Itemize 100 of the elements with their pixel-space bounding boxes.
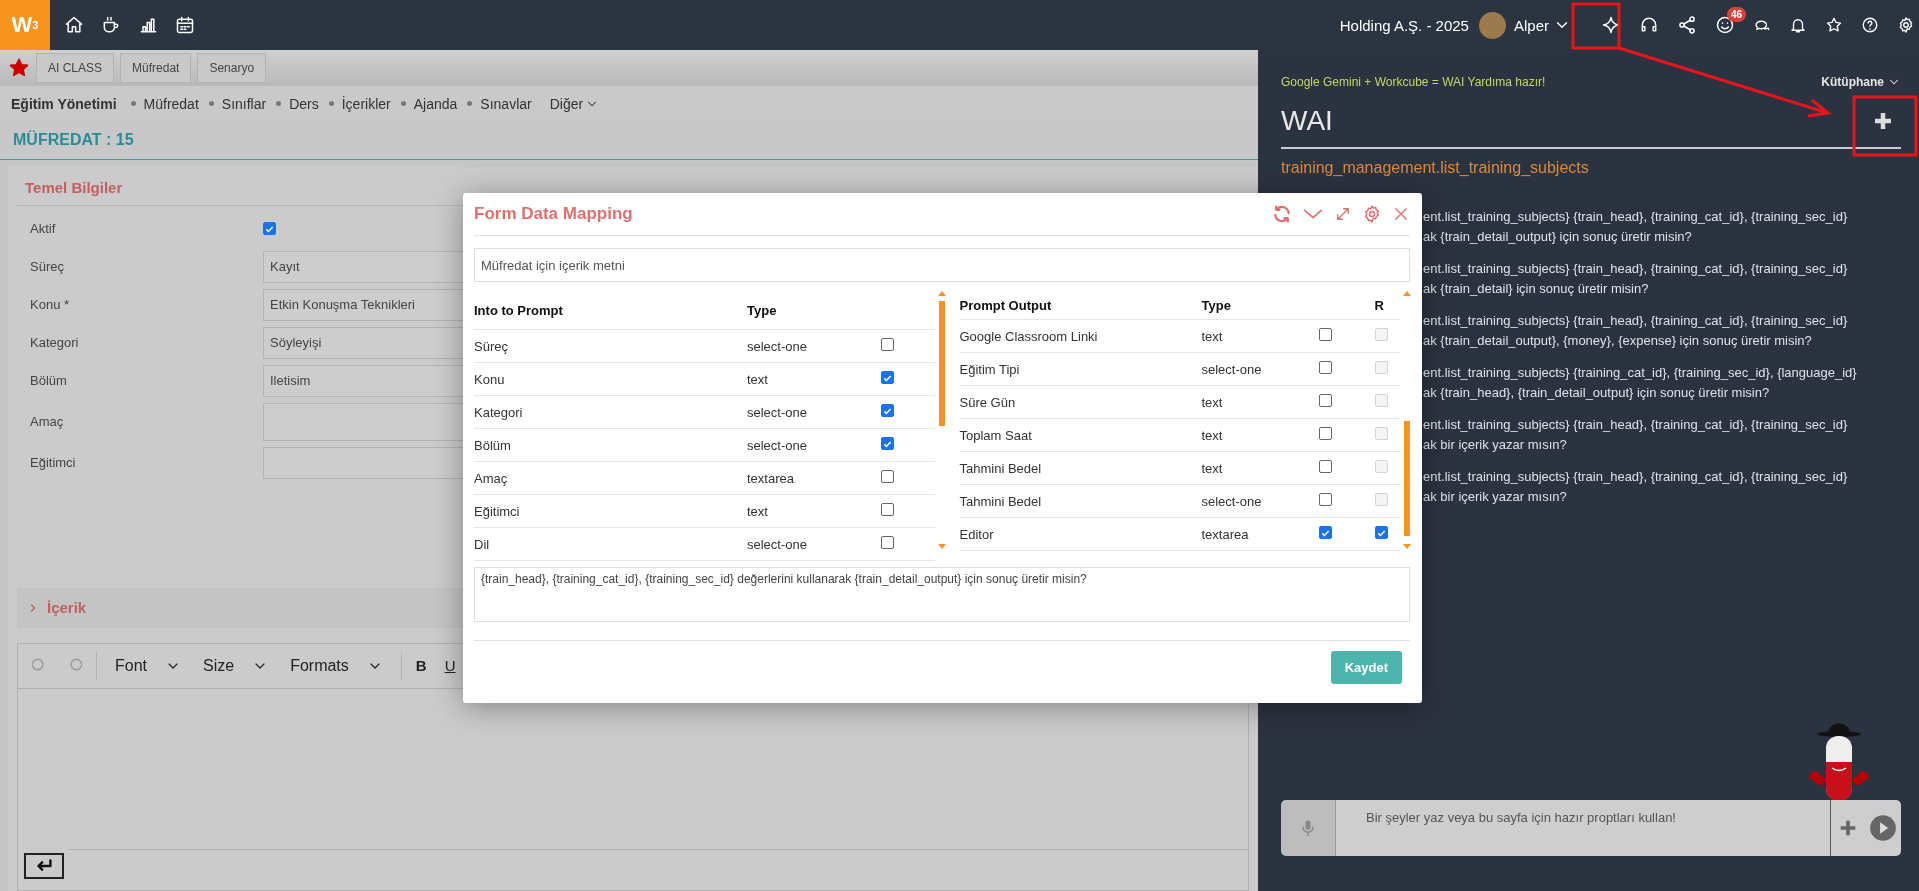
company-name[interactable]: Holding A.Ş. - 2025 (1339, 16, 1469, 34)
settings-button[interactable] (1362, 204, 1382, 224)
nav-link[interactable]: İçerikler (341, 95, 391, 112)
checkbox[interactable] (1318, 493, 1332, 506)
user-avatar[interactable] (1478, 11, 1506, 39)
table-cell-text: Bölüm (474, 437, 512, 453)
bell-icon[interactable] (1789, 16, 1807, 34)
font-dropdown[interactable]: Font (111, 657, 185, 675)
bullet-icon (276, 101, 282, 107)
prompt-text-area[interactable]: {train_head}, {training_cat_id}, {training_sec_id} değerlerini kullanarak {train_detail_output} için sonuç üretir misin? (474, 567, 1410, 622)
scrollbar[interactable] (937, 291, 946, 549)
checkbox[interactable] (881, 404, 894, 418)
checkbox[interactable] (881, 536, 894, 549)
expand-button[interactable] (1334, 205, 1352, 223)
checkbox[interactable] (881, 437, 894, 451)
quick-tab[interactable]: Müfredat (120, 53, 192, 83)
share-icon[interactable] (1677, 15, 1697, 35)
column-header: Type (1201, 297, 1232, 313)
checkbox[interactable] (1318, 361, 1332, 374)
table-cell-text: text (1201, 328, 1224, 344)
module-title[interactable]: Eğitim Yönetimi (11, 95, 117, 112)
table-cell-text: Dil (474, 536, 491, 552)
nav-link[interactable]: Müfredat (143, 95, 199, 112)
table-cell-text: textarea (1201, 526, 1250, 542)
nav-link[interactable]: Ders (289, 95, 319, 112)
table-cell-text: Tahmini Bedel (959, 460, 1043, 476)
size-dropdown[interactable]: Size (199, 657, 273, 675)
prompt-item[interactable]: ent.list_training_subjects} {training_cat_id}, {training_sec_id}, {language_id} ak {train_head}, {train_detail_output} için sonuç üretir misin? (1423, 363, 1901, 403)
checkbox[interactable] (1318, 526, 1332, 540)
table-cell-text: text (1201, 394, 1224, 410)
expand-icon (1334, 205, 1352, 223)
formats-dropdown[interactable]: Formats (286, 657, 387, 675)
checkbox[interactable] (881, 470, 894, 483)
home-icon[interactable] (64, 15, 84, 35)
close-button[interactable] (1392, 205, 1410, 223)
column-header: Prompt Output (959, 297, 1053, 313)
field-label: Süreç (29, 259, 65, 275)
field-label: Eğitimci (29, 455, 77, 471)
enter-button[interactable] (24, 853, 64, 879)
prompt-item[interactable]: ent.list_training_subjects} {train_head}, {training_cat_id}, {training_sec_id} ak {train_detail_output}, {money}, {expense} için sonuç üretir misin? (1423, 311, 1901, 351)
checkbox[interactable] (881, 338, 894, 351)
scrollbar[interactable] (1401, 291, 1410, 549)
chat-input-field[interactable]: Bir şeyler yaz veya bu sayfa için hazır proptları kullan! (1336, 800, 1831, 856)
close-icon (1392, 205, 1410, 223)
bar-chart-icon[interactable] (138, 15, 158, 35)
checkbox[interactable] (1374, 526, 1388, 540)
bold-button[interactable]: B (413, 657, 429, 675)
checkbox[interactable] (881, 371, 894, 385)
checkbox[interactable] (1318, 427, 1332, 440)
field-label: Konu * (29, 297, 71, 313)
section-title: Temel Bilgiler (25, 179, 123, 196)
help-icon[interactable] (1861, 16, 1879, 34)
checkbox[interactable] (881, 503, 894, 516)
field-label: Bölüm (29, 373, 68, 389)
headset-icon[interactable] (1639, 15, 1659, 35)
nav-link[interactable]: Ajanda (413, 95, 458, 112)
input-field[interactable]: Müfredat için içerik metni (474, 248, 1410, 282)
column-header: R (1374, 297, 1385, 313)
quick-tab[interactable]: AI CLASS (36, 53, 115, 83)
checkbox[interactable] (1318, 394, 1332, 407)
refresh-icon (1272, 204, 1292, 224)
annotation-box (1571, 2, 1621, 50)
table-cell-text: text (747, 503, 769, 519)
send-button[interactable] (1863, 800, 1901, 856)
page-title: MÜFREDAT : 15 (13, 131, 134, 150)
user-name[interactable]: Alper (1513, 16, 1549, 34)
more-menu[interactable]: Diğer (549, 95, 584, 112)
table-cell-text: Eğitim Tipi (959, 361, 1021, 377)
calendar-icon[interactable] (175, 15, 195, 35)
annotation-box (1852, 95, 1918, 157)
prompt-item[interactable]: ent.list_training_subjects} {train_head}, {training_cat_id}, {training_sec_id} ak {train_detail} için sonuç üretir misin? (1423, 259, 1901, 299)
library-dropdown[interactable]: Kütüphane (1821, 75, 1901, 89)
settings-icon[interactable] (1897, 16, 1915, 34)
checkbox[interactable] (1318, 460, 1332, 473)
star-icon[interactable] (1825, 16, 1843, 34)
coffee-cup-icon[interactable] (101, 15, 121, 35)
checkbox[interactable] (263, 222, 276, 236)
tagline: Google Gemini + Workcube = WAI Yardıma hazır! (1281, 75, 1546, 89)
context-name: training_management.list_training_subjects (1281, 159, 1590, 178)
underline-button[interactable]: U (442, 657, 458, 675)
nav-link[interactable]: Sınıflar (221, 95, 267, 112)
bullet-icon (400, 101, 406, 107)
bullet-icon (208, 101, 214, 107)
add-prompt-button[interactable] (1831, 800, 1863, 856)
refresh-button[interactable] (1272, 204, 1292, 224)
notification-badge: 46 (1727, 7, 1747, 22)
prompt-item[interactable]: ent.list_training_subjects} {train_head}, {training_cat_id}, {training_sec_id} ak {train_detail_output} için sonuç üretir misin? (1423, 207, 1901, 247)
play-icon (1869, 814, 1897, 842)
star-icon[interactable] (8, 57, 30, 79)
nav-link[interactable]: Sınavlar (480, 95, 532, 112)
prompt-item[interactable]: ent.list_training_subjects} {train_head}, {training_cat_id}, {training_sec_id} ak bir içerik yazar mısın? (1423, 467, 1901, 507)
table-cell-text: Amaç (474, 470, 509, 486)
field-label: Amaç (29, 414, 65, 430)
table-cell-text: Google Classroom Linki (959, 328, 1099, 344)
table-cell-text: Tahmini Bedel (959, 493, 1043, 509)
checkbox[interactable] (1318, 328, 1332, 341)
column-header: Into to Prompt (474, 302, 564, 318)
sparkle-icon[interactable] (1601, 15, 1621, 35)
quick-tab[interactable]: Senaryo (197, 53, 267, 83)
prompt-item[interactable]: ent.list_training_subjects} {train_head}, {training_cat_id}, {training_sec_id} ak bir içerik yazar mısın? (1423, 415, 1901, 455)
